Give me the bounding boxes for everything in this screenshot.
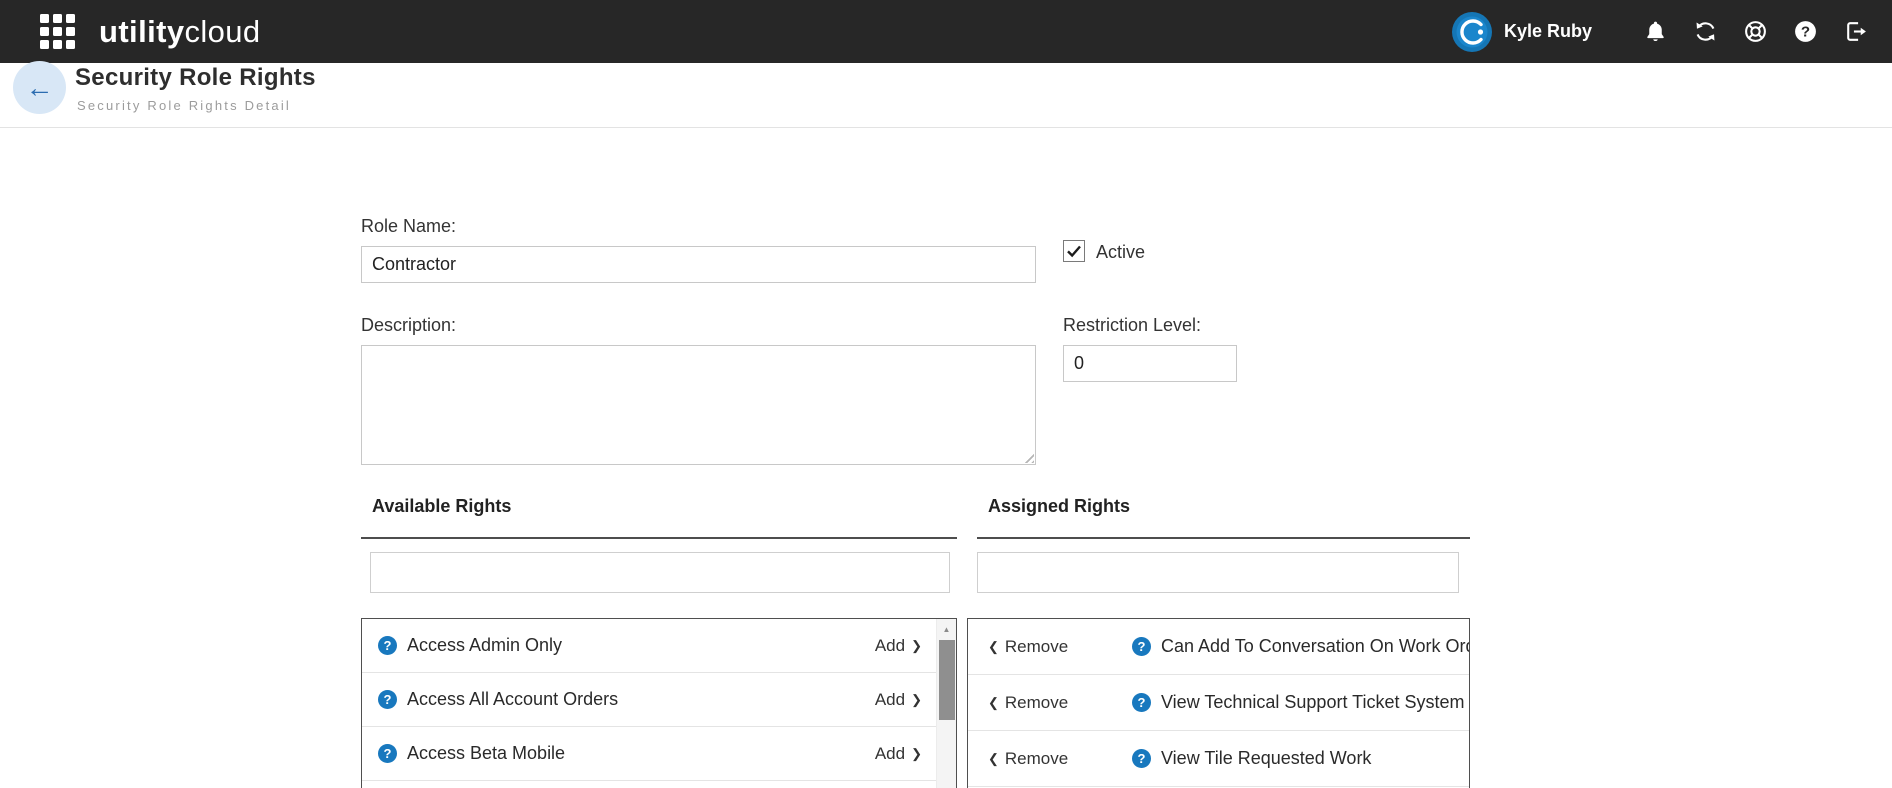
role-name-input[interactable] — [361, 246, 1036, 283]
checkmark-icon — [1065, 242, 1083, 260]
logo-text-bold: utility — [99, 14, 184, 49]
remove-button[interactable]: Remove — [988, 637, 1088, 657]
chevron-right-icon — [911, 639, 922, 652]
right-help-icon[interactable] — [378, 744, 397, 763]
apps-grid-icon[interactable] — [40, 14, 75, 49]
add-label: Add — [875, 690, 905, 710]
restriction-level-input[interactable] — [1063, 345, 1237, 382]
utilitycloud-logo[interactable]: utilitycloud — [99, 16, 261, 47]
scrollbar[interactable] — [936, 619, 956, 788]
back-arrow-icon: ← — [26, 74, 54, 102]
right-name: Can Add To Conversation On Work Order — [1161, 636, 1470, 657]
remove-button[interactable]: Remove — [988, 749, 1088, 769]
assigned-rights-title: Assigned Rights — [977, 496, 1470, 539]
remove-label: Remove — [1005, 637, 1068, 657]
right-name: View Tile Requested Work — [1161, 748, 1371, 769]
add-label: Add — [875, 744, 905, 764]
top-bar-left: utilitycloud — [40, 14, 261, 49]
notifications-bell-icon[interactable] — [1642, 19, 1668, 45]
scrollbar-up-button[interactable] — [937, 619, 956, 639]
security-role-rights-page: utilitycloud Kyle Ruby — [0, 0, 1892, 788]
assigned-right-row: Remove View Technical Support Ticket Sys… — [968, 675, 1469, 731]
available-right-row: Access Beta Mobile Add — [362, 727, 956, 781]
available-right-row: Access Admin Only Add — [362, 619, 956, 673]
add-label: Add — [875, 636, 905, 656]
right-help-icon[interactable] — [1132, 637, 1151, 656]
active-checkbox[interactable] — [1063, 240, 1085, 262]
remove-label: Remove — [1005, 749, 1068, 769]
right-help-icon[interactable] — [378, 636, 397, 655]
available-rights-list: Access Admin Only Add Access All Account… — [361, 618, 957, 788]
refresh-icon[interactable] — [1692, 19, 1718, 45]
top-bar-right: Kyle Ruby — [1452, 12, 1868, 52]
header-divider — [0, 127, 1892, 128]
support-lifering-icon[interactable] — [1742, 19, 1768, 45]
assigned-right-row: Remove View Tile Requested Work — [968, 731, 1469, 787]
scrollbar-thumb[interactable] — [939, 640, 955, 720]
available-right-row: Access All Account Orders Add — [362, 673, 956, 727]
right-help-icon[interactable] — [1132, 693, 1151, 712]
user-name[interactable]: Kyle Ruby — [1504, 21, 1592, 42]
add-button[interactable]: Add — [875, 744, 922, 764]
back-button[interactable]: ← — [13, 61, 66, 114]
svg-text:?: ? — [1800, 24, 1809, 41]
assigned-right-row: Remove Can Add To Conversation On Work O… — [968, 619, 1469, 675]
description-textarea[interactable] — [361, 345, 1036, 465]
remove-button[interactable]: Remove — [988, 693, 1088, 713]
description-label: Description: — [361, 316, 456, 334]
assigned-rights-filter-input[interactable] — [977, 552, 1459, 593]
chevron-right-icon — [911, 747, 922, 760]
right-help-icon[interactable] — [1132, 749, 1151, 768]
available-rights-filter-input[interactable] — [370, 552, 950, 593]
restriction-level-label: Restriction Level: — [1063, 316, 1201, 334]
page-title: Security Role Rights — [75, 66, 316, 90]
top-bar: utilitycloud Kyle Ruby — [0, 0, 1892, 63]
right-name: Access Beta Mobile — [407, 743, 565, 764]
description-textarea-wrap — [361, 345, 1036, 465]
logout-icon[interactable] — [1842, 19, 1868, 45]
user-avatar[interactable] — [1452, 12, 1492, 52]
chevron-left-icon — [988, 752, 999, 765]
right-name: Access All Account Orders — [407, 689, 618, 710]
add-button[interactable]: Add — [875, 636, 922, 656]
chevron-right-icon — [911, 693, 922, 706]
add-button[interactable]: Add — [875, 690, 922, 710]
right-name: Access Admin Only — [407, 635, 562, 656]
logo-text-light: cloud — [184, 14, 260, 49]
active-label: Active — [1096, 243, 1145, 261]
right-name: View Technical Support Ticket System — [1161, 692, 1464, 713]
assigned-rights-list: Remove Can Add To Conversation On Work O… — [967, 618, 1470, 788]
chevron-left-icon — [988, 640, 999, 653]
right-help-icon[interactable] — [378, 690, 397, 709]
chevron-left-icon — [988, 696, 999, 709]
page-subtitle: Security Role Rights Detail — [77, 99, 291, 112]
remove-label: Remove — [1005, 693, 1068, 713]
role-name-label: Role Name: — [361, 217, 456, 235]
available-rights-title: Available Rights — [361, 496, 957, 539]
help-icon[interactable]: ? — [1792, 19, 1818, 45]
